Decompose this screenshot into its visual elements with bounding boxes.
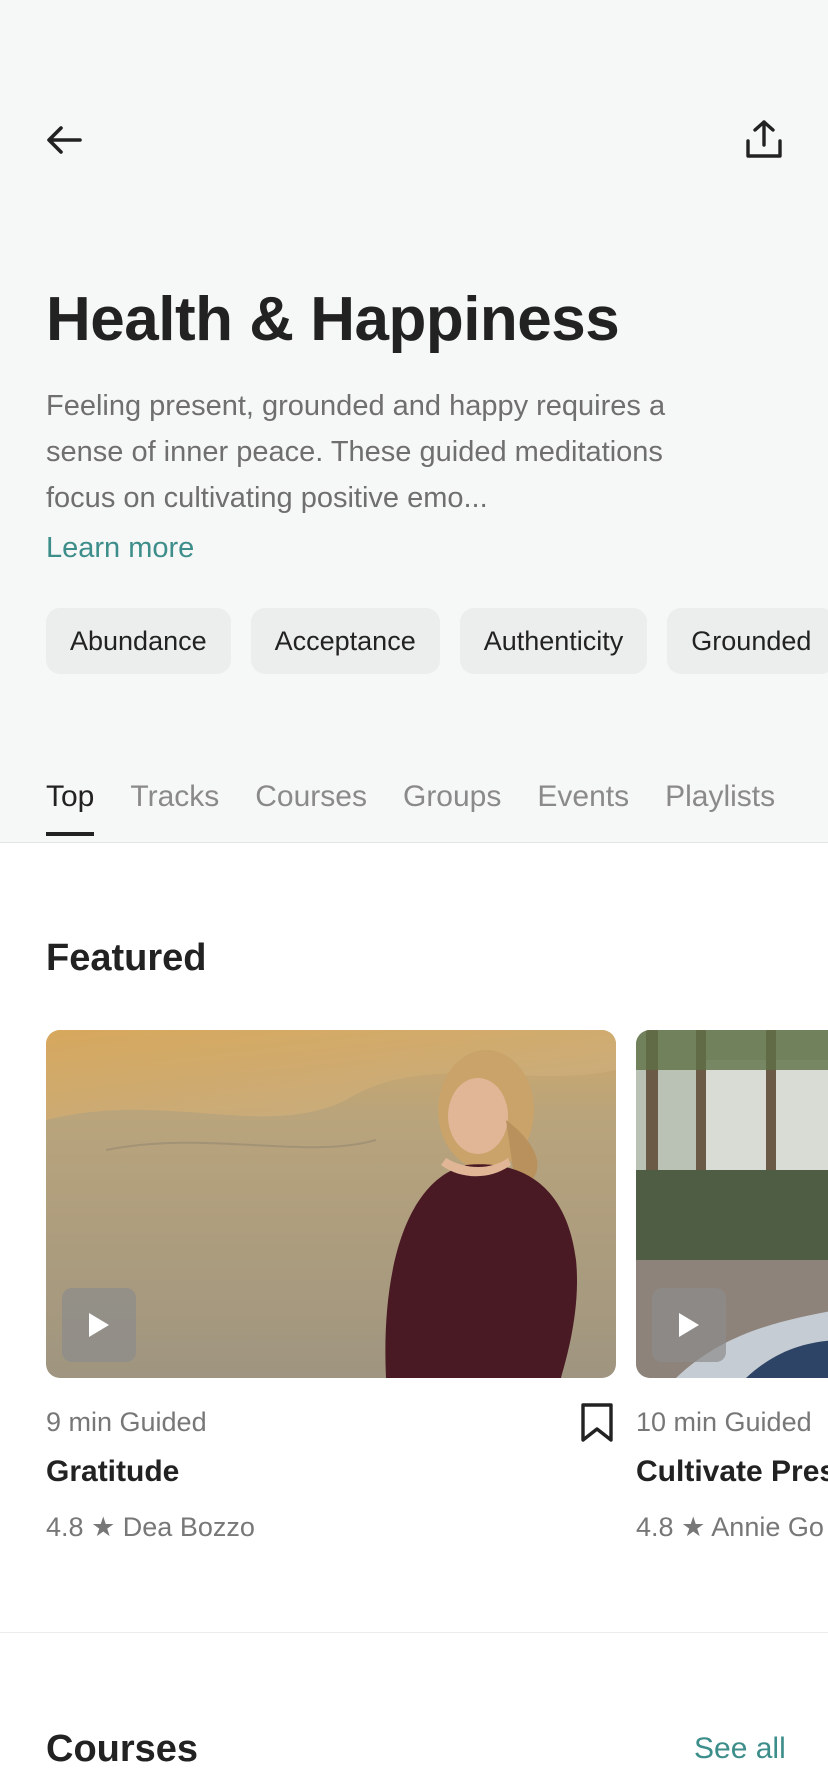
tag-chip-acceptance[interactable]: Acceptance (250, 608, 440, 674)
share-upload-icon (746, 120, 782, 158)
page-title: Health & Happiness (46, 285, 620, 354)
section-divider (0, 1632, 828, 1633)
tag-chip-list: Abundance Acceptance Authenticity Ground… (46, 608, 828, 674)
tab-tracks[interactable]: Tracks (130, 780, 219, 834)
content-tabs: Top Tracks Courses Groups Events Playlis… (46, 780, 775, 836)
arrow-left-icon (47, 126, 82, 154)
track-title[interactable]: Gratitude (46, 1455, 179, 1489)
tag-chip-grounded[interactable]: Grounded (667, 608, 828, 674)
tab-playlists[interactable]: Playlists (665, 780, 775, 834)
play-icon (679, 1313, 699, 1337)
rating-value: 4.8 (636, 1512, 674, 1542)
author-name: Dea Bozzo (122, 1512, 255, 1542)
star-icon: ★ (91, 1512, 116, 1542)
courses-section-title: Courses (46, 1728, 199, 1770)
see-all-courses-link[interactable]: See all (694, 1732, 786, 1766)
rating-value: 4.8 (46, 1512, 84, 1542)
tab-top[interactable]: Top (46, 780, 95, 836)
bookmark-icon (581, 1403, 613, 1442)
topic-description: Feeling present, grounded and happy requ… (46, 390, 666, 514)
star-icon: ★ (681, 1512, 706, 1542)
tag-chip-authenticity[interactable]: Authenticity (459, 608, 648, 674)
back-button[interactable] (36, 112, 92, 168)
track-meta: 10 min Guided (636, 1407, 812, 1437)
tab-events[interactable]: Events (537, 780, 629, 834)
featured-card-image[interactable] (636, 1030, 828, 1378)
share-button[interactable] (736, 112, 792, 168)
play-button[interactable] (62, 1288, 136, 1362)
bookmark-button[interactable] (578, 1402, 616, 1444)
track-rating-line: 4.8 ★ Dea Bozzo (46, 1512, 255, 1543)
tag-chip-abundance[interactable]: Abundance (46, 608, 231, 674)
tabs-divider (0, 842, 828, 843)
author-name: Annie Go (711, 1512, 824, 1542)
track-title[interactable]: Cultivate Pres (636, 1455, 828, 1489)
tab-courses[interactable]: Courses (255, 780, 367, 834)
track-meta: 9 min Guided (46, 1407, 207, 1437)
featured-section-title: Featured (46, 937, 207, 979)
featured-card-image[interactable] (46, 1030, 616, 1378)
learn-more-link[interactable]: Learn more (46, 532, 194, 565)
play-icon (89, 1313, 109, 1337)
tab-groups[interactable]: Groups (403, 780, 501, 834)
play-button[interactable] (652, 1288, 726, 1362)
track-rating-line: 4.8 ★ Annie Go (636, 1512, 824, 1543)
